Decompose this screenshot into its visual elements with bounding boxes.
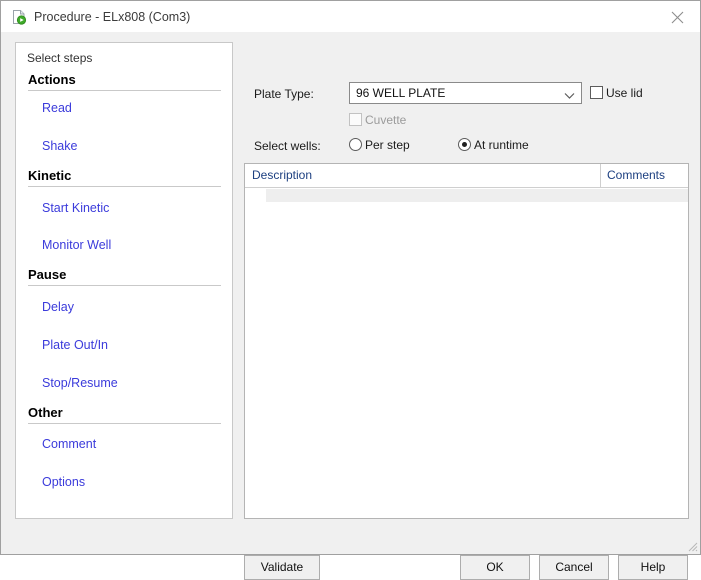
select-steps-panel: Select steps Actions Read Shake Kinetic … xyxy=(15,42,233,519)
table-header-row: Description Comments xyxy=(245,164,688,188)
close-icon xyxy=(671,11,684,24)
step-link-monitor-well[interactable]: Monitor Well xyxy=(42,238,111,252)
title-bar: Procedure - ELx808 (Com3) xyxy=(1,1,700,32)
procedure-dialog-window: Procedure - ELx808 (Com3) Select steps A… xyxy=(0,0,701,580)
use-lid-label: Use lid xyxy=(606,86,643,100)
cuvette-label: Cuvette xyxy=(365,113,407,127)
resize-grip[interactable] xyxy=(685,539,698,552)
step-link-stop-resume[interactable]: Stop/Resume xyxy=(42,376,118,390)
cancel-button[interactable]: Cancel xyxy=(539,555,609,580)
procedure-document-icon xyxy=(11,9,27,25)
step-link-delay[interactable]: Delay xyxy=(42,300,74,314)
plate-type-label: Plate Type: xyxy=(254,87,314,101)
column-header-comments[interactable]: Comments xyxy=(607,168,665,182)
close-button[interactable] xyxy=(655,1,700,32)
step-group-header-other: Other xyxy=(28,405,221,424)
cuvette-checkbox: Cuvette xyxy=(349,113,406,127)
plate-type-select[interactable]: 96 WELL PLATE xyxy=(349,82,582,104)
use-lid-checkbox-box xyxy=(590,86,603,99)
per-step-radio[interactable]: Per step xyxy=(349,138,410,152)
procedure-steps-table[interactable]: Description Comments xyxy=(244,163,689,519)
column-divider[interactable] xyxy=(600,164,601,187)
help-button[interactable]: Help xyxy=(618,555,688,580)
validate-button[interactable]: Validate xyxy=(244,555,320,580)
use-lid-checkbox[interactable]: Use lid xyxy=(590,86,643,100)
dialog-client-area: Select steps Actions Read Shake Kinetic … xyxy=(2,32,700,580)
step-link-start-kinetic[interactable]: Start Kinetic xyxy=(42,201,109,215)
per-step-radio-circle xyxy=(349,138,362,151)
select-steps-label: Select steps xyxy=(27,51,93,65)
at-runtime-radio-circle xyxy=(458,138,471,151)
window-title: Procedure - ELx808 (Com3) xyxy=(34,10,191,24)
select-wells-label: Select wells: xyxy=(254,139,321,153)
step-group-header-actions: Actions xyxy=(28,72,221,91)
step-link-options[interactable]: Options xyxy=(42,475,85,489)
column-header-description[interactable]: Description xyxy=(252,168,312,182)
step-group-header-kinetic: Kinetic xyxy=(28,168,221,187)
step-link-comment[interactable]: Comment xyxy=(42,437,96,451)
step-link-shake[interactable]: Shake xyxy=(42,139,77,153)
step-group-header-pause: Pause xyxy=(28,267,221,286)
at-runtime-label: At runtime xyxy=(474,138,529,152)
cuvette-checkbox-box xyxy=(349,113,362,126)
table-empty-row-strip xyxy=(266,189,688,202)
ok-button[interactable]: OK xyxy=(460,555,530,580)
plate-type-value: 96 WELL PLATE xyxy=(356,86,446,100)
per-step-label: Per step xyxy=(365,138,410,152)
chevron-down-icon xyxy=(564,89,575,103)
step-link-read[interactable]: Read xyxy=(42,101,72,115)
at-runtime-radio[interactable]: At runtime xyxy=(458,138,529,152)
step-link-plate-out-in[interactable]: Plate Out/In xyxy=(42,338,108,352)
